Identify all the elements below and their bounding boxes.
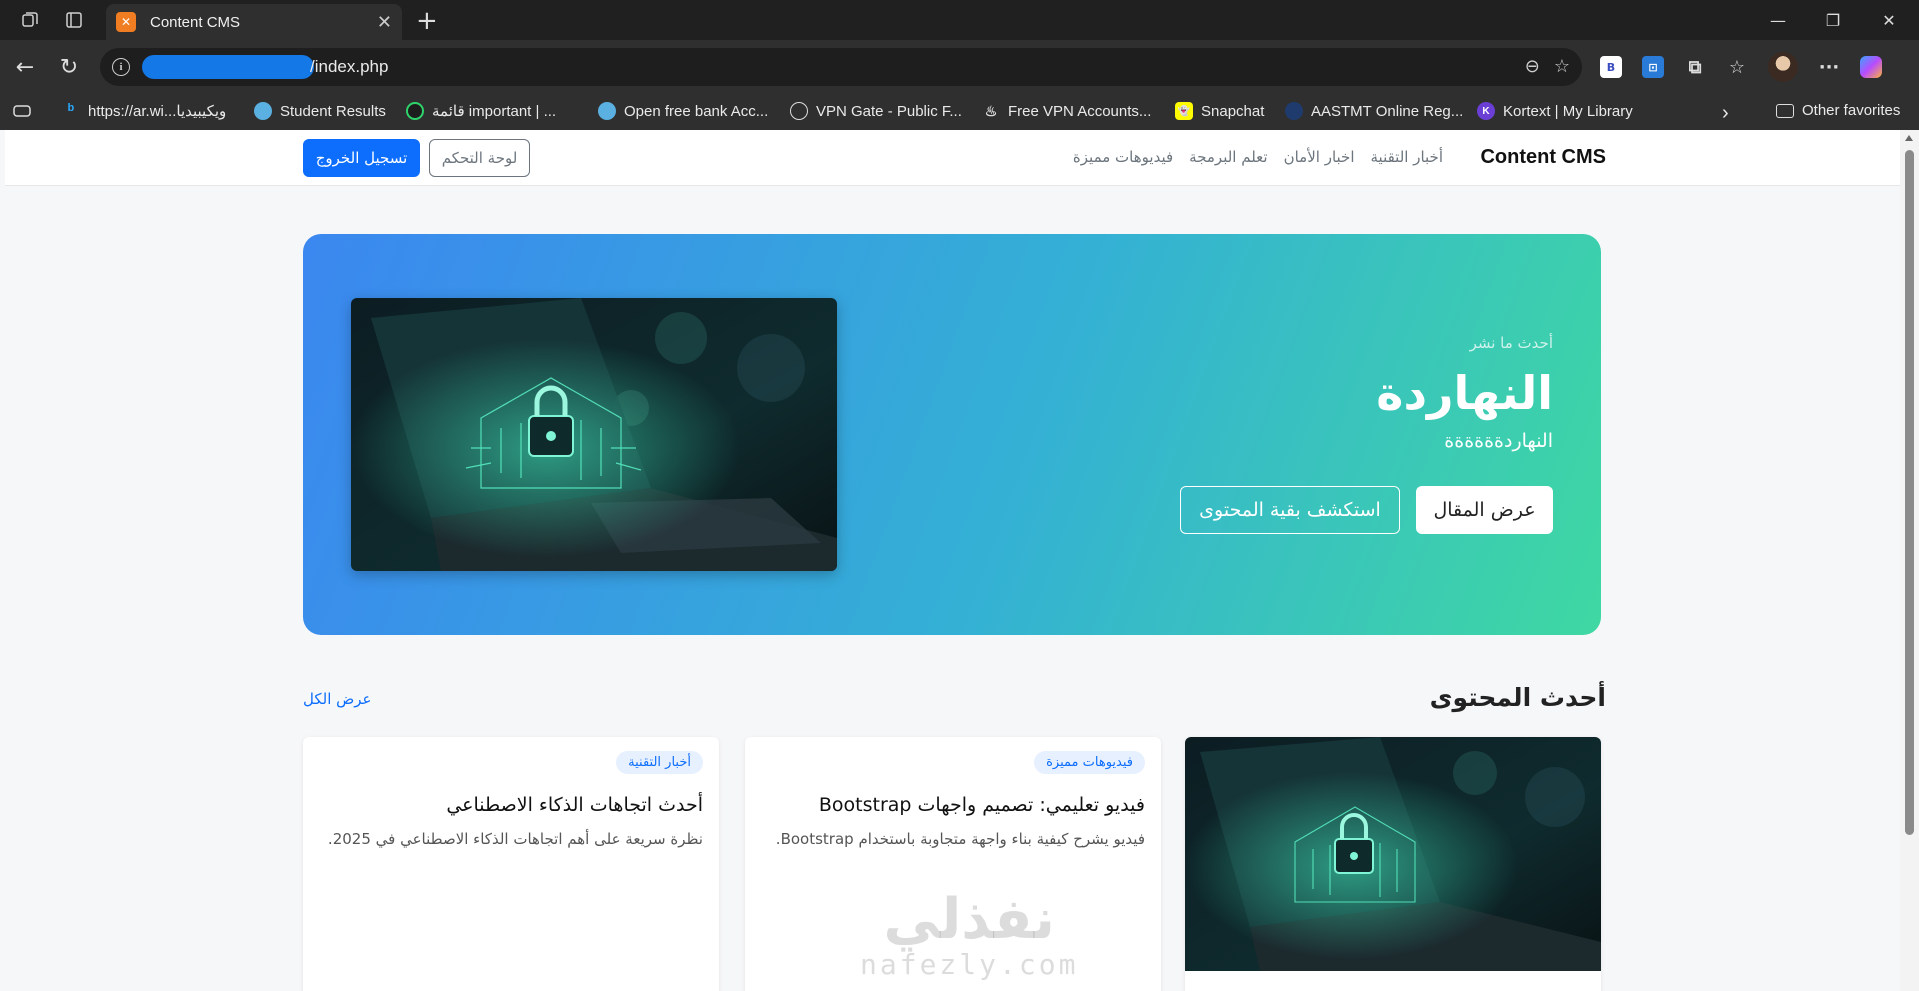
- bookmark-label: Snapchat: [1201, 102, 1265, 120]
- nav-link-tech-news[interactable]: أخبار التقنية: [1371, 148, 1444, 166]
- kortext-icon: K: [1477, 102, 1495, 120]
- card-category-badge[interactable]: أخبار التقنية: [616, 751, 703, 774]
- view-article-button[interactable]: عرض المقال: [1416, 486, 1553, 534]
- tab-content-cms[interactable]: ✕ Content CMS ✕: [106, 4, 402, 40]
- bookmark-1[interactable]: Student Results: [254, 102, 386, 120]
- nav-link-learn-programming[interactable]: تعلم البرمجة: [1189, 148, 1267, 166]
- flame-icon: ♨: [984, 102, 998, 119]
- globe-icon: [598, 102, 616, 120]
- view-all-link[interactable]: عرض الكل: [303, 690, 372, 708]
- card-description: فيديو يشرح كيفية بناء واجهة متجاوبة باست…: [775, 830, 1145, 848]
- page-viewport: Content CMS أخبار التقنية اخبار الأمان ت…: [5, 130, 1900, 991]
- hero-title: النهاردة: [1376, 366, 1553, 420]
- other-favorites[interactable]: Other favorites: [1776, 102, 1900, 119]
- hero-banner: أحدث ما نشر النهاردة النهاردةةةةةة عرض ا…: [303, 234, 1601, 635]
- workspaces-icon[interactable]: [18, 8, 42, 32]
- bookmark-8[interactable]: K Kortext | My Library: [1477, 102, 1633, 120]
- bookmark-7[interactable]: AASTMT Online Reg...: [1285, 102, 1463, 120]
- explore-content-button[interactable]: استكشف بقية المحتوى: [1180, 486, 1400, 534]
- site-info-icon[interactable]: i: [112, 58, 130, 76]
- hero-subtitle: النهاردةةةةةة: [1444, 430, 1553, 452]
- refresh-icon[interactable]: ↻: [54, 52, 84, 82]
- tab-title: Content CMS: [150, 13, 241, 31]
- close-window-icon[interactable]: ✕: [1859, 0, 1919, 40]
- bookmark-label: https://ar.wi...ويكيبيديا: [88, 103, 227, 120]
- scroll-thumb[interactable]: [1905, 150, 1914, 835]
- url-text: /index.php: [310, 57, 389, 76]
- hero-eyebrow: أحدث ما نشر: [1469, 334, 1553, 352]
- more-options-icon[interactable]: ···: [1818, 56, 1840, 78]
- hero-actions: عرض المقال استكشف بقية المحتوى: [1180, 486, 1553, 534]
- bookmark-label: Kortext | My Library: [1503, 102, 1633, 120]
- browser-titlebar: ✕ Content CMS ✕ + — ❐ ✕: [0, 0, 1919, 40]
- latest-content-title: أحدث المحتوى: [1429, 683, 1606, 712]
- bookmark-label: VPN Gate - Public F...: [816, 102, 962, 120]
- content-card-image[interactable]: [1185, 737, 1601, 991]
- tab-actions-icon[interactable]: [62, 8, 86, 32]
- bookmarks-bar: ᵇ https://ar.wi...ويكيبيديا Student Resu…: [0, 94, 1919, 130]
- profile-avatar[interactable]: [1768, 52, 1798, 82]
- other-favorites-label: Other favorites: [1802, 102, 1901, 119]
- xampp-icon: ✕: [116, 12, 136, 32]
- content-card-bootstrap-video[interactable]: فيديوهات مميزة فيديو تعليمي: تصميم واجها…: [745, 737, 1161, 991]
- bookmark-label: AASTMT Online Reg...: [1311, 102, 1464, 120]
- card-title[interactable]: فيديو تعليمي: تصميم واجهات Bootstrap: [819, 794, 1145, 816]
- card-description: نظرة سريعة على أهم اتجاهات الذكاء الاصطن…: [327, 830, 703, 848]
- restore-icon[interactable]: ❐: [1803, 0, 1863, 40]
- favorites-icon[interactable]: ☆: [1726, 56, 1748, 78]
- address-bar[interactable]: i /index.php ⊖ ☆: [100, 48, 1582, 86]
- browser-toolbar: ← ↻ i /index.php ⊖ ☆ B ⊡ ⧉ ☆ ···: [0, 40, 1919, 94]
- bookmark-3[interactable]: Open free bank Acc...: [598, 102, 768, 120]
- nav-links: أخبار التقنية اخبار الأمان تعلم البرمجة …: [1073, 148, 1443, 166]
- bing-icon: ᵇ: [67, 102, 75, 119]
- content-card-ai-trends[interactable]: أخبار التقنية أحدث اتجاهات الذكاء الاصطن…: [303, 737, 719, 991]
- reading-list-icon[interactable]: [12, 102, 32, 120]
- back-icon[interactable]: ←: [10, 52, 40, 82]
- site-brand[interactable]: Content CMS: [1480, 146, 1606, 169]
- app-icon: [406, 102, 424, 120]
- bookmark-5[interactable]: ♨ Free VPN Accounts...: [982, 102, 1152, 120]
- favorite-star-icon[interactable]: ☆: [1554, 56, 1570, 77]
- logout-button[interactable]: تسجيل الخروج: [303, 139, 420, 177]
- copilot-icon[interactable]: [1860, 56, 1882, 78]
- dashboard-button[interactable]: لوحة التحكم: [429, 139, 530, 177]
- bookmark-2[interactable]: قائمة important | ...: [406, 102, 556, 120]
- folder-icon: [1776, 103, 1794, 118]
- nav-link-security-news[interactable]: اخبار الأمان: [1284, 148, 1355, 166]
- nav-link-featured-videos[interactable]: فيديوهات مميزة: [1073, 148, 1173, 166]
- card-category-badge[interactable]: فيديوهات مميزة: [1034, 751, 1145, 774]
- extensions-puzzle-icon[interactable]: ⧉: [1684, 56, 1706, 78]
- extension-translate-icon[interactable]: ⊡: [1642, 56, 1664, 78]
- snapchat-icon: 👻: [1175, 102, 1193, 120]
- more-bookmarks-chevron-icon[interactable]: ›: [1722, 102, 1729, 125]
- hero-image[interactable]: [351, 298, 837, 571]
- page-scrollbar[interactable]: [1900, 130, 1919, 991]
- scroll-up-icon[interactable]: [1905, 135, 1913, 141]
- bookmark-label: Student Results: [280, 102, 386, 120]
- card-title[interactable]: أحدث اتجاهات الذكاء الاصطناعي: [446, 794, 703, 816]
- globe-icon: [254, 102, 272, 120]
- site-navbar: Content CMS أخبار التقنية اخبار الأمان ت…: [5, 130, 1900, 186]
- shield-icon: [1285, 102, 1303, 120]
- card-image: [1185, 737, 1601, 971]
- redacted-host: [142, 55, 314, 79]
- extension-b-icon[interactable]: B: [1600, 56, 1622, 78]
- bookmark-6[interactable]: 👻 Snapchat: [1175, 102, 1264, 120]
- zoom-icon[interactable]: ⊖: [1525, 56, 1540, 77]
- bookmark-4[interactable]: VPN Gate - Public F...: [790, 102, 962, 120]
- bookmark-0[interactable]: ᵇ https://ar.wi...ويكيبيديا: [62, 102, 226, 120]
- bookmark-label: قائمة important | ...: [432, 103, 557, 120]
- bookmark-label: Open free bank Acc...: [624, 102, 769, 120]
- minimize-icon[interactable]: —: [1748, 0, 1808, 40]
- bookmark-label: Free VPN Accounts...: [1008, 102, 1152, 120]
- hero-text: أحدث ما نشر النهاردة النهاردةةةةةة: [1376, 334, 1553, 452]
- globe-icon: [790, 102, 808, 120]
- close-tab-icon[interactable]: ✕: [377, 12, 392, 33]
- new-tab-icon[interactable]: +: [416, 6, 438, 36]
